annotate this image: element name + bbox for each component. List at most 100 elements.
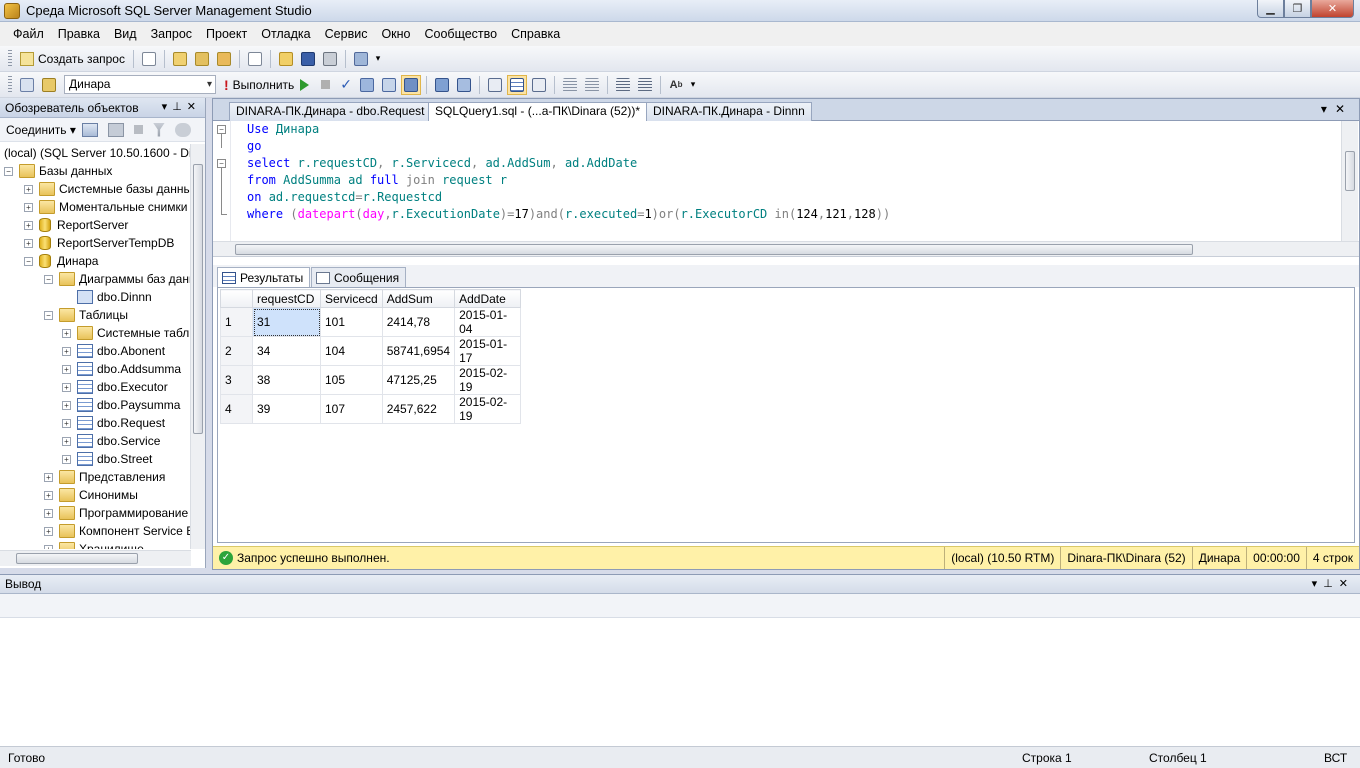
database-select[interactable]: Динара (64, 75, 216, 94)
tree-node[interactable]: + Представления (44, 468, 165, 486)
minimize-button[interactable]: ▁ (1257, 0, 1284, 18)
tab-request-table[interactable]: DINARA-ПК.Динара - dbo.Request (229, 102, 432, 121)
expand-icon[interactable]: + (62, 454, 71, 464)
tree-node[interactable]: + dbo.Street (62, 450, 152, 468)
results-to-grid-button[interactable] (507, 74, 528, 95)
table-row[interactable]: 3 38 105 47125,25 2015-02-19 (220, 365, 522, 395)
tree-node[interactable]: + dbo.Paysumma (62, 396, 180, 414)
tree-node[interactable]: dbo.Dinnn (62, 288, 152, 306)
expand-icon[interactable]: + (24, 184, 33, 194)
expand-icon[interactable]: + (62, 436, 71, 446)
menu-help[interactable]: Справка (504, 27, 567, 41)
collapse-icon[interactable]: − (44, 310, 53, 320)
toolbar-grip[interactable] (8, 75, 12, 94)
intellisense-button[interactable] (401, 74, 422, 95)
table-cell[interactable]: 2015-01-04 (454, 307, 522, 337)
tree-node[interactable]: + Программирование (44, 504, 188, 522)
client-statistics-button[interactable] (454, 75, 474, 95)
execute-button[interactable]: ! Выполнить (224, 77, 294, 93)
dropdown-icon[interactable]: ▾ (162, 101, 173, 113)
table-cell[interactable]: 104 (320, 336, 383, 366)
table-cell[interactable]: 31 (252, 307, 321, 337)
tree-node[interactable]: + Хранилище (44, 540, 144, 549)
table-cell[interactable]: 105 (320, 365, 383, 395)
object-explorer-vertical-scrollbar[interactable] (190, 144, 205, 549)
expand-icon[interactable]: + (62, 382, 71, 392)
refresh-icon[interactable] (174, 122, 191, 137)
stop-icon[interactable] (133, 125, 143, 134)
query-designer-button[interactable] (379, 75, 399, 95)
menu-query[interactable]: Запрос (144, 27, 199, 41)
include-actual-plan-button[interactable] (432, 75, 452, 95)
editor-horizontal-scrollbar[interactable] (213, 241, 1359, 257)
maximize-button[interactable]: ❐ (1284, 0, 1311, 18)
disconnect-icon[interactable] (107, 122, 124, 137)
cancel-query-icon[interactable] (321, 80, 331, 89)
save-button[interactable] (298, 49, 318, 69)
tree-node[interactable]: + ReportServerTempDB (24, 234, 174, 252)
expand-icon[interactable]: + (44, 472, 53, 482)
collapse-icon[interactable]: − (44, 274, 53, 284)
column-header[interactable]: Servicecd (320, 289, 383, 308)
debug-icon[interactable] (300, 78, 310, 91)
code-line[interactable]: on ad.requestcd=r.Requestcd (247, 189, 890, 206)
toolbar-grip[interactable] (8, 49, 12, 68)
results-grid[interactable]: requestCD Servicecd AddSum AddDate 1 31 101 241… (217, 287, 1355, 543)
scroll-thumb[interactable] (16, 553, 138, 564)
tree-node[interactable]: + dbo.Request (62, 414, 165, 432)
uncomment-button[interactable] (582, 75, 602, 95)
table-cell[interactable]: 2015-02-19 (454, 394, 522, 424)
table-cell[interactable]: 2414,78 (381, 307, 456, 337)
connect-object-explorer-icon[interactable] (81, 122, 98, 137)
close-panel-icon[interactable]: ✕ (1339, 578, 1354, 590)
collapse-icon[interactable]: − (24, 256, 33, 266)
expand-icon[interactable]: + (44, 490, 53, 500)
expand-icon[interactable]: + (62, 346, 71, 356)
tree-node[interactable]: + dbo.Abonent (62, 342, 165, 360)
object-explorer-horizontal-scrollbar[interactable] (0, 550, 191, 566)
table-cell[interactable]: 58741,6954 (381, 336, 456, 366)
xmla-query-button[interactable] (214, 49, 234, 69)
code-line[interactable]: select r.requestCD, r.Servicecd, ad.AddS… (247, 155, 890, 172)
table-cell[interactable]: 38 (252, 365, 321, 395)
dropdown-icon[interactable]: ▾ (1312, 578, 1324, 590)
activity-monitor-button[interactable] (351, 49, 371, 69)
tree-node[interactable]: + Системные таблицы (62, 324, 191, 342)
column-header[interactable]: AddDate (454, 289, 522, 308)
table-cell[interactable]: 39 (252, 394, 321, 424)
menu-debug[interactable]: Отладка (254, 27, 317, 41)
analysis-query-button[interactable] (170, 49, 190, 69)
menu-project[interactable]: Проект (199, 27, 254, 41)
expand-icon[interactable]: + (44, 544, 53, 549)
dmx-query-button[interactable] (192, 49, 212, 69)
table-row[interactable]: 2 34 104 58741,6954 2015-01-17 (220, 336, 522, 366)
tree-node[interactable]: − Динара (24, 252, 98, 270)
code-line[interactable]: Use Динара (247, 121, 890, 138)
table-cell[interactable]: 107 (320, 394, 383, 424)
sqlce-query-button[interactable] (245, 49, 265, 69)
expand-icon[interactable]: + (24, 220, 33, 230)
tree-node[interactable]: + ReportServer (24, 216, 128, 234)
close-panel-icon[interactable]: ✕ (187, 101, 201, 113)
collapse-select-block-icon[interactable]: − (217, 159, 226, 168)
results-to-file-button[interactable] (529, 75, 549, 95)
table-cell[interactable]: 2457,622 (381, 394, 456, 424)
menu-view[interactable]: Вид (107, 27, 144, 41)
tree-node[interactable]: + dbo.Service (62, 432, 160, 450)
table-cell[interactable]: 101 (320, 307, 383, 337)
expand-icon[interactable]: + (24, 202, 33, 212)
pin-icon[interactable]: ⊥ (1323, 578, 1339, 590)
expand-icon[interactable]: + (24, 238, 33, 248)
comment-out-button[interactable] (560, 75, 580, 95)
open-file-button[interactable] (276, 49, 296, 69)
decrease-indent-button[interactable] (613, 75, 633, 95)
sql-editor[interactable]: − − Use Динара go select r.requestCD, r.Se… (213, 121, 1341, 241)
menu-edit[interactable]: Правка (51, 27, 107, 41)
row-number-cell[interactable]: 2 (220, 336, 253, 366)
tree-node[interactable]: + Компонент Service Brok (44, 522, 191, 540)
row-number-cell[interactable]: 4 (220, 394, 253, 424)
pin-icon[interactable]: ⊥ (172, 101, 187, 113)
row-number-cell[interactable]: 3 (220, 365, 253, 395)
tab-messages[interactable]: Сообщения (311, 267, 407, 287)
table-row[interactable]: 4 39 107 2457,622 2015-02-19 (220, 394, 522, 424)
